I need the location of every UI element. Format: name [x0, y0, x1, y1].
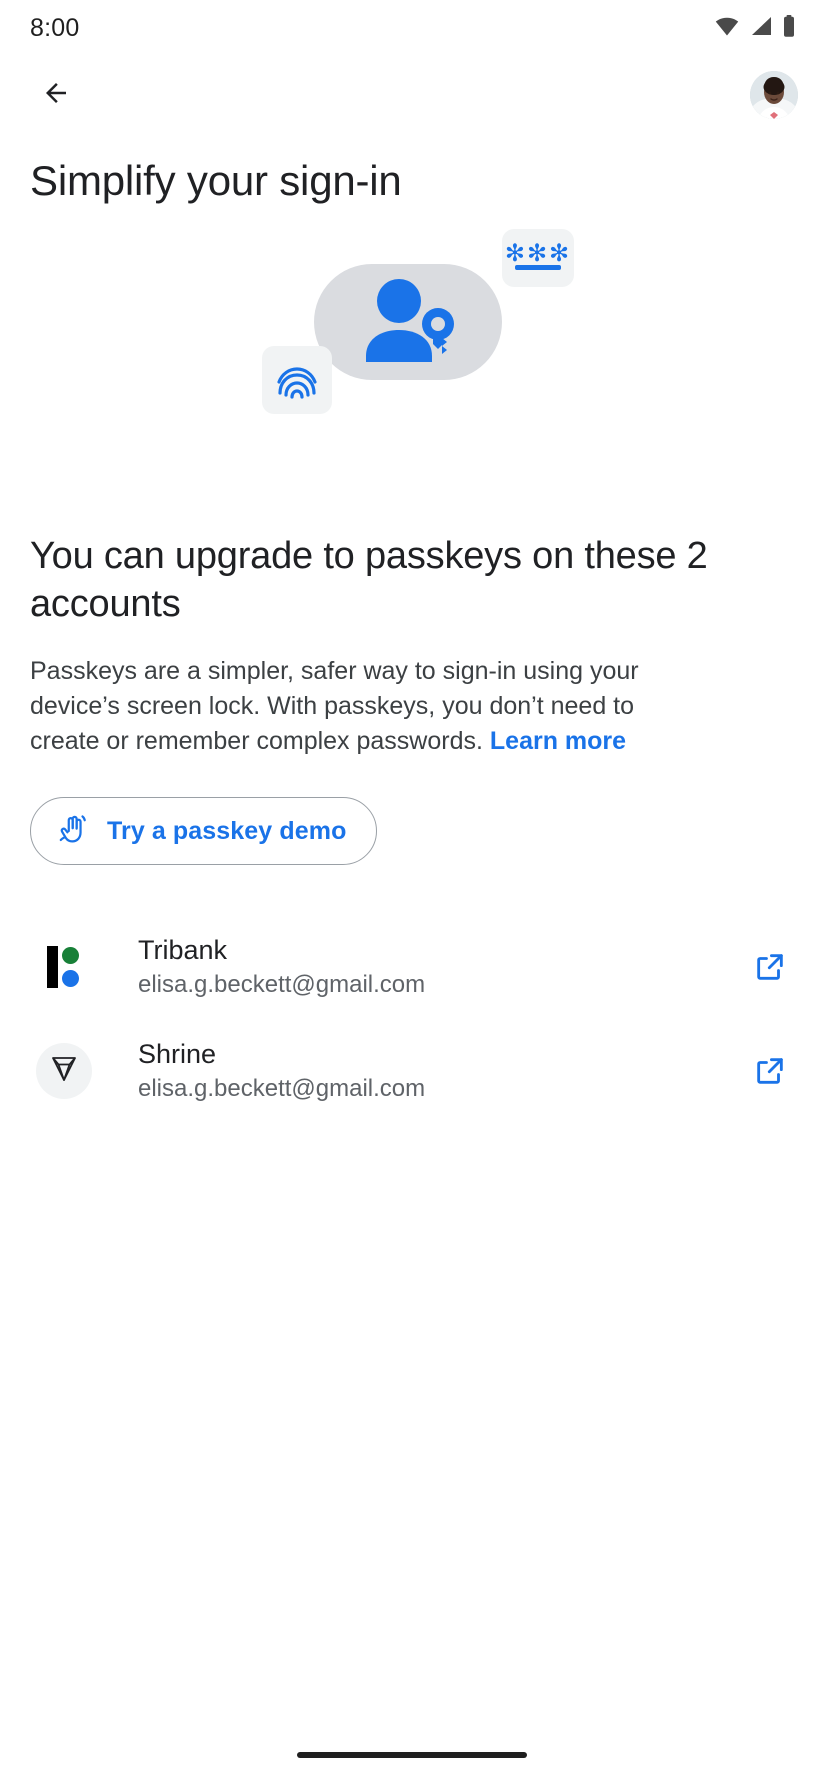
avatar[interactable]: [750, 71, 798, 119]
account-info: Shrine elisa.g.beckett@gmail.com: [138, 1037, 746, 1105]
table-row[interactable]: Shrine elisa.g.beckett@gmail.com: [0, 1019, 824, 1123]
password-underline: [515, 265, 561, 270]
account-email: elisa.g.beckett@gmail.com: [138, 1075, 426, 1102]
wifi-icon: [714, 16, 740, 41]
main-content: You can upgrade to passkeys on these 2 a…: [0, 532, 824, 865]
gesture-nav-handle[interactable]: [297, 1752, 527, 1758]
status-bar-clock: 8:00: [30, 13, 80, 42]
password-card: ✻✻✻: [502, 229, 574, 287]
person-with-key-icon: [356, 272, 466, 372]
try-passkey-demo-button[interactable]: Try a passkey demo: [30, 797, 378, 865]
open-in-new-icon[interactable]: [746, 943, 794, 991]
hero-illustration: ✻✻✻: [0, 220, 824, 490]
account-info: Tribank elisa.g.beckett@gmail.com: [138, 933, 746, 1001]
learn-more-link[interactable]: Learn more: [490, 727, 626, 755]
account-list: Tribank elisa.g.beckett@gmail.com Shrine…: [0, 915, 824, 1123]
back-arrow-icon: [39, 78, 73, 113]
page-title: Simplify your sign-in: [30, 157, 402, 204]
gesture-nav-bar: [0, 1726, 824, 1784]
try-passkey-demo-label: Try a passkey demo: [107, 816, 347, 845]
account-name: Tribank: [138, 935, 228, 965]
app-bar: [0, 56, 824, 134]
avatar-photo: [750, 71, 798, 119]
back-button[interactable]: [30, 69, 82, 121]
tribank-blue-dot: [62, 970, 79, 987]
table-row[interactable]: Tribank elisa.g.beckett@gmail.com: [0, 915, 824, 1019]
status-bar-icons: [714, 14, 796, 42]
open-in-new-icon[interactable]: [746, 1047, 794, 1095]
section-body: Passkeys are a simpler, safer way to sig…: [30, 654, 642, 759]
section-headline: You can upgrade to passkeys on these 2 a…: [30, 535, 708, 625]
status-bar: 8:00: [0, 0, 824, 56]
cellular-signal-icon: [749, 16, 773, 41]
tribank-bar: [47, 946, 58, 988]
fingerprint-icon: [274, 355, 320, 406]
tribank-green-dot: [62, 947, 79, 964]
diamond-icon: [48, 1052, 80, 1091]
password-asterisks: ✻✻✻: [504, 239, 572, 267]
tribank-logo: [36, 939, 92, 995]
touch-hand-icon: [57, 812, 91, 851]
account-name: Shrine: [138, 1039, 217, 1069]
battery-icon: [782, 14, 796, 42]
fingerprint-card: [262, 346, 332, 414]
account-email: elisa.g.beckett@gmail.com: [138, 971, 426, 998]
shrine-diamond-logo: [36, 1043, 92, 1099]
